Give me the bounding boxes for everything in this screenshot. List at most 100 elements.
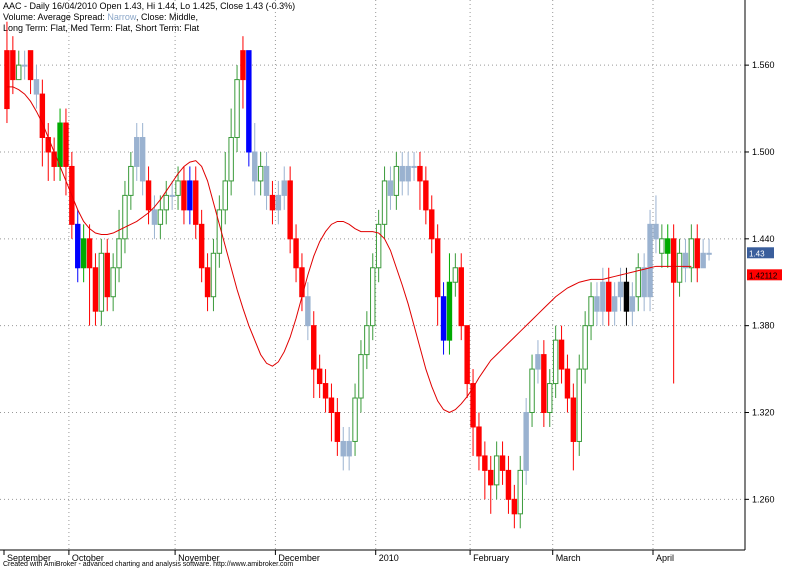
- candle-body: [446, 281, 453, 341]
- candle-body: [263, 165, 270, 196]
- candle-body: [688, 238, 695, 269]
- candle-body: [57, 122, 63, 167]
- moving-average: [6, 86, 692, 414]
- candle-body: [440, 296, 447, 341]
- candle-body: [511, 498, 518, 515]
- candle-body: [116, 238, 122, 269]
- candle-body: [33, 79, 40, 95]
- price-badges: 1.43 1.42112: [747, 247, 782, 281]
- candle-body: [405, 165, 411, 182]
- candle-body: [92, 267, 99, 312]
- candle-body: [594, 296, 600, 312]
- candle-body: [458, 267, 464, 327]
- candle-body: [110, 267, 116, 298]
- candle-body: [51, 151, 57, 167]
- candle-body: [617, 281, 624, 298]
- candle-body: [606, 281, 612, 312]
- candle-body: [499, 455, 506, 471]
- candle-body: [39, 93, 46, 138]
- candle-body: [464, 325, 470, 385]
- candle-body: [104, 252, 110, 298]
- candle-body: [576, 368, 582, 442]
- candle-body: [564, 368, 571, 399]
- candle-body: [63, 122, 69, 167]
- candle-body: [393, 165, 400, 196]
- candle-body: [476, 426, 482, 457]
- candle-body: [653, 223, 659, 240]
- candle-body: [423, 180, 429, 211]
- footer-credit: Created with AmiBroker - advanced charti…: [3, 561, 294, 568]
- y-tick-label: 1.380: [752, 321, 775, 331]
- candle-body: [482, 455, 488, 471]
- last-price-label: 1.43: [749, 249, 765, 258]
- candle-body: [21, 64, 28, 67]
- price-chart: 1.5601.5001.4401.3801.3201.260 September…: [0, 0, 782, 563]
- candle-body: [381, 180, 388, 225]
- candle-body: [682, 252, 689, 269]
- candle-body: [694, 238, 700, 269]
- candle-body: [641, 267, 647, 298]
- candle-body: [659, 238, 665, 254]
- candle-body: [529, 368, 535, 413]
- candle-body: [151, 209, 158, 225]
- candle-body: [623, 281, 630, 312]
- candle-body: [187, 180, 193, 211]
- candle-body: [157, 209, 164, 225]
- candle-body: [257, 165, 264, 182]
- candle-body: [340, 440, 346, 457]
- candle-body: [665, 238, 671, 254]
- y-tick-label: 1.560: [752, 60, 775, 70]
- candle-body: [411, 165, 417, 168]
- candle-body: [582, 325, 588, 370]
- candle-body: [322, 383, 329, 399]
- candle-body: [629, 296, 636, 312]
- candle-body: [234, 79, 240, 138]
- candle-body: [193, 180, 199, 225]
- candle-body: [86, 238, 93, 269]
- y-tick-labels: 1.560 1.500 1.440 1.380 1.320 1.260: [745, 60, 775, 504]
- candle-body: [541, 354, 547, 413]
- candle-body: [16, 64, 22, 81]
- candle-body: [452, 267, 459, 283]
- candle-body: [417, 165, 423, 182]
- candle-body: [128, 165, 134, 196]
- candle-body: [523, 412, 529, 471]
- candle-body: [10, 50, 16, 81]
- candle-body: [287, 180, 293, 240]
- candle-body: [175, 180, 181, 196]
- candle-body: [163, 194, 169, 211]
- candle-body: [535, 354, 541, 370]
- candle-body: [611, 296, 618, 312]
- candle-body: [4, 50, 10, 110]
- candle-body: [122, 194, 128, 240]
- candle-body: [252, 151, 258, 182]
- candle-body: [558, 339, 565, 370]
- candle-body: [27, 50, 34, 81]
- candle-body: [647, 223, 653, 298]
- candle-body: [134, 137, 140, 167]
- x-tick-label: February: [473, 553, 510, 563]
- candle-body: [139, 137, 146, 182]
- candle-body: [358, 354, 364, 399]
- candle-body: [600, 281, 606, 312]
- y-tick-label: 1.500: [752, 147, 775, 157]
- candle-body: [676, 252, 683, 283]
- candle-body: [635, 267, 641, 298]
- candle-body: [145, 180, 152, 211]
- x-tick-label: 2010: [379, 553, 399, 563]
- candle-body: [375, 223, 382, 269]
- candle-body: [275, 194, 282, 211]
- candle-body: [364, 325, 370, 356]
- x-tick-label: April: [656, 553, 674, 563]
- candle-body: [387, 180, 394, 196]
- candle-body: [328, 397, 335, 413]
- candle-body: [547, 383, 553, 414]
- candle-body: [399, 165, 405, 182]
- ma-line: [6, 86, 692, 414]
- candle-body: [198, 223, 205, 269]
- candle-body: [588, 296, 594, 327]
- candle-body: [169, 194, 175, 197]
- candles: [4, 21, 712, 529]
- candle-body: [517, 469, 523, 515]
- candle-body: [706, 252, 712, 255]
